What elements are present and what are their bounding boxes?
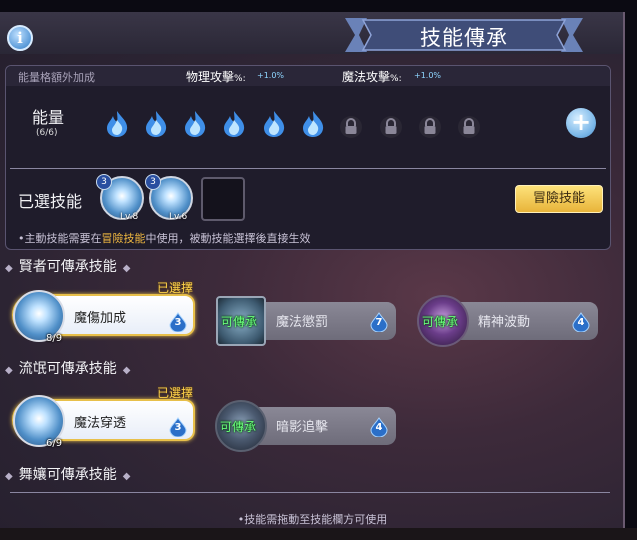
available-tag: 可傳承 bbox=[422, 315, 459, 329]
skill-badge: 3 bbox=[145, 174, 161, 190]
section-header-rogue: ◆ 流氓可傳承技能 ◆ bbox=[5, 361, 131, 377]
energy-count: (6/6) bbox=[36, 128, 58, 138]
energy-flame-icon bbox=[107, 111, 128, 137]
available-tag: 可傳承 bbox=[221, 315, 258, 329]
skill-usage-note: •主動技能需要在冒險技能中使用，被動技能選擇後直接生效 bbox=[18, 232, 311, 245]
selected-tag: 已選擇 bbox=[157, 386, 194, 400]
lock-icon bbox=[340, 116, 362, 138]
skill-progress: 8/9 bbox=[46, 333, 63, 344]
skill-inheritance-panel: i 技能傳承 能量格額外加成 物理攻擊%: +1.0% 魔法攻擊%: +1.0%… bbox=[0, 12, 625, 528]
divider bbox=[10, 168, 606, 169]
adventure-skill-button[interactable]: 冒險技能 bbox=[515, 185, 603, 213]
page-title: 技能傳承 bbox=[420, 26, 508, 50]
energy-panel: 能量格額外加成 物理攻擊%: +1.0% 魔法攻擊%: +1.0% 能量 (6/… bbox=[5, 65, 611, 250]
skill-cost: 4 bbox=[577, 317, 585, 328]
skill-cost: 4 bbox=[375, 422, 383, 433]
info-icon[interactable]: i bbox=[7, 25, 33, 51]
lock-icon bbox=[419, 116, 441, 138]
lock-icon bbox=[458, 116, 480, 138]
empty-skill-slot[interactable] bbox=[201, 177, 245, 221]
energy-flame-icon bbox=[224, 111, 245, 137]
footer-note: •技能需拖動至技能欄方可使用 bbox=[237, 513, 388, 526]
bonus-stats-row: 能量格額外加成 物理攻擊%: +1.0% 魔法攻擊%: +1.0% bbox=[6, 66, 610, 86]
skill-progress: 6/9 bbox=[46, 438, 63, 449]
magic-attack-value: +1.0% bbox=[414, 71, 442, 80]
selected-tag: 已選擇 bbox=[157, 281, 194, 295]
skill-name: 魔傷加成 bbox=[74, 311, 127, 326]
energy-flame-icon bbox=[264, 111, 285, 137]
physical-attack-value: +1.0% bbox=[257, 71, 285, 80]
skill-name: 魔法穿透 bbox=[74, 416, 127, 431]
skill-badge: 3 bbox=[96, 174, 112, 190]
energy-label: 能量 bbox=[32, 108, 65, 127]
selected-skills-label: 已選技能 bbox=[18, 192, 83, 211]
magic-attack-label: 魔法攻擊%: bbox=[342, 70, 402, 84]
skill-level: Lv.8 bbox=[120, 212, 139, 222]
energy-flame-icon bbox=[185, 111, 206, 137]
title-banner: 技能傳承 bbox=[345, 16, 583, 54]
add-energy-button[interactable]: + bbox=[566, 108, 596, 138]
skill-level: Lv.6 bbox=[169, 212, 188, 222]
skill-cost: 7 bbox=[375, 317, 383, 328]
skill-name: 魔法懲罰 bbox=[276, 315, 329, 330]
header-bar: i 技能傳承 bbox=[0, 12, 623, 54]
lock-icon bbox=[380, 116, 402, 138]
extra-bonus-label: 能量格額外加成 bbox=[18, 71, 95, 84]
available-tag: 可傳承 bbox=[220, 420, 257, 434]
physical-attack-label: 物理攻擊%: bbox=[186, 70, 246, 84]
skill-name: 暗影追擊 bbox=[276, 420, 329, 435]
energy-flame-icon bbox=[146, 111, 167, 137]
section-header-dancer: ◆ 舞孃可傳承技能 ◆ bbox=[5, 467, 131, 483]
bottom-strip bbox=[0, 528, 637, 540]
skill-name: 精神波動 bbox=[478, 315, 531, 330]
skill-cost: 3 bbox=[174, 317, 182, 328]
energy-flame-icon bbox=[303, 111, 324, 137]
divider bbox=[10, 492, 610, 493]
section-header-sage: ◆ 賢者可傳承技能 ◆ bbox=[5, 259, 131, 275]
skill-cost: 3 bbox=[174, 422, 182, 433]
